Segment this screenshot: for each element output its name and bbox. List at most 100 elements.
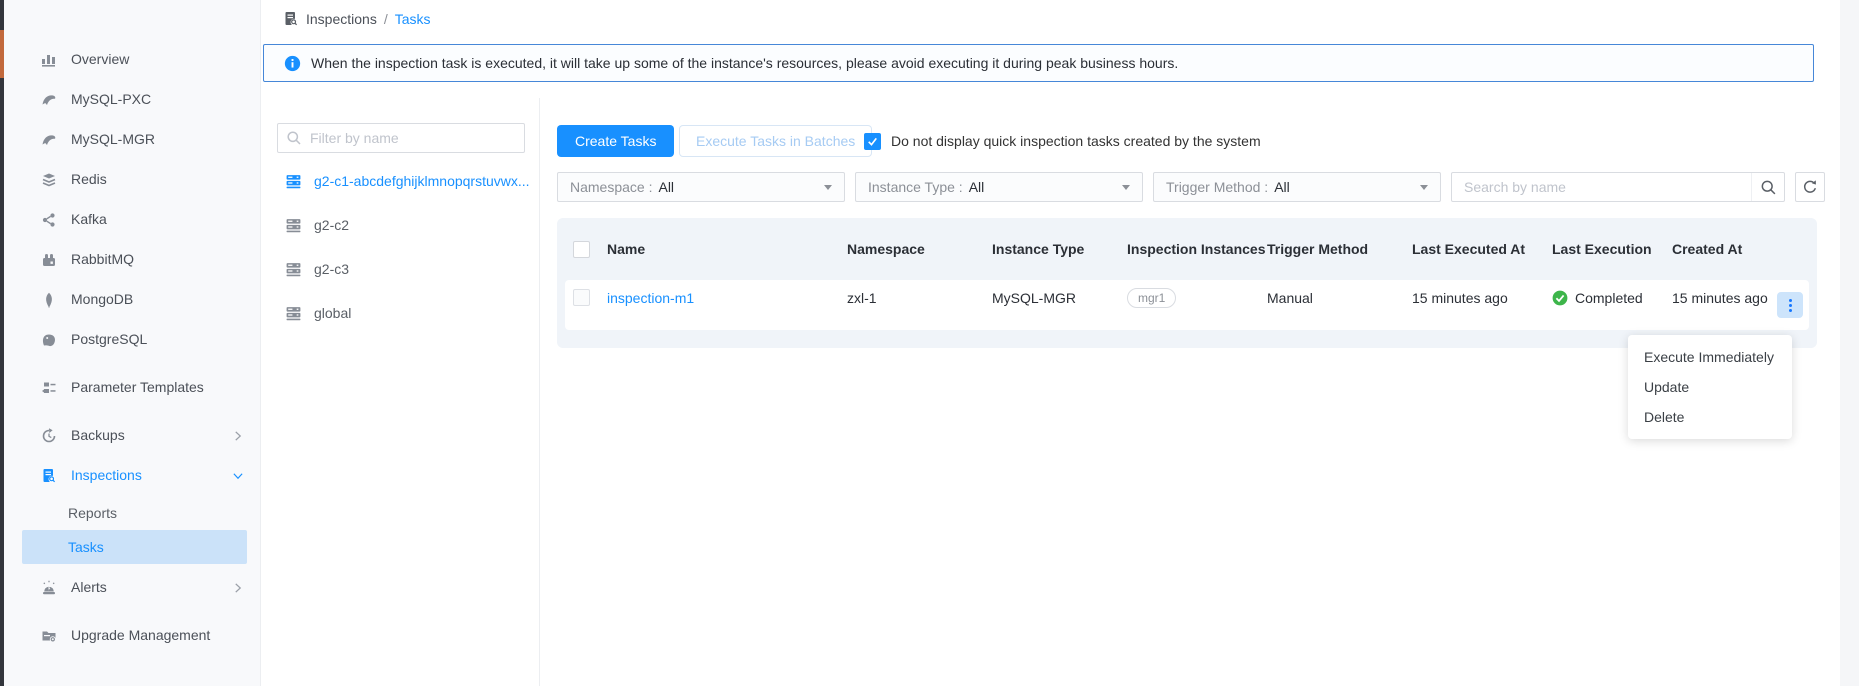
cluster-filter-input[interactable] — [277, 123, 525, 153]
row-checkbox[interactable] — [573, 289, 590, 306]
sidebar-item-alerts[interactable]: Alerts — [4, 568, 260, 608]
inspections-icon — [40, 468, 57, 485]
instance-type-dropdown[interactable]: Instance Type : All — [855, 172, 1143, 202]
sidebar-item-mysql-mgr[interactable]: MySQL-MGR — [4, 120, 260, 160]
upgrade-management-icon — [40, 628, 57, 645]
task-name-link[interactable]: inspection-m1 — [607, 290, 847, 306]
sidebar-item-label: PostgreSQL — [71, 331, 244, 349]
kafka-nodes-icon — [40, 212, 57, 229]
cell-namespace: zxl-1 — [847, 290, 992, 306]
cluster-item-g2-c1[interactable]: g2-c1-abcdefghijklmnopqrstuvwx... — [261, 159, 539, 203]
sidebar-item-upgrade-management[interactable]: Upgrade Management — [4, 608, 260, 664]
cell-trigger-method: Manual — [1267, 290, 1412, 306]
server-icon — [285, 217, 302, 234]
sidebar-item-parameter-templates[interactable]: Parameter Templates — [4, 360, 260, 416]
trigger-method-dropdown[interactable]: Trigger Method : All — [1153, 172, 1441, 202]
backup-restore-icon — [40, 428, 57, 445]
column-header-last-execution[interactable]: Last Execution — [1552, 240, 1672, 258]
column-header-inspection-instances[interactable]: Inspection Instances — [1127, 240, 1267, 258]
cluster-item-g2-c2[interactable]: g2-c2 — [261, 203, 539, 247]
row-actions-menu: Execute Immediately Update Delete — [1628, 335, 1792, 439]
menu-item-update[interactable]: Update — [1628, 372, 1792, 402]
bar-chart-icon — [40, 52, 57, 69]
sidebar: Overview MySQL-PXC MySQL-MGR Redis Kafka… — [4, 0, 261, 686]
cluster-item-label: g2-c1-abcdefghijklmnopqrstuvwx... — [314, 173, 529, 189]
sidebar-subitem-tasks[interactable]: Tasks — [22, 530, 247, 564]
breadcrumb-section: Inspections — [306, 11, 377, 27]
sidebar-item-mysql-pxc[interactable]: MySQL-PXC — [4, 80, 260, 120]
row-actions-button[interactable] — [1777, 292, 1803, 318]
caret-down-icon — [1122, 185, 1130, 190]
execute-tasks-in-batches-button[interactable]: Execute Tasks in Batches — [679, 125, 872, 157]
sidebar-item-overview[interactable]: Overview — [4, 40, 260, 80]
menu-item-execute-immediately[interactable]: Execute Immediately — [1628, 342, 1792, 372]
sidebar-item-rabbitmq[interactable]: RabbitMQ — [4, 240, 260, 280]
hide-system-tasks-checkbox-row[interactable]: Do not display quick inspection tasks cr… — [864, 125, 1261, 157]
cell-last-execution: Completed — [1552, 290, 1672, 306]
search-icon[interactable] — [1751, 173, 1784, 201]
inspections-doc-icon — [283, 11, 299, 27]
namespace-dropdown[interactable]: Namespace : All — [557, 172, 845, 202]
search-icon — [286, 130, 302, 146]
sidebar-item-postgresql[interactable]: PostgreSQL — [4, 320, 260, 360]
cluster-item-label: g2-c3 — [314, 261, 349, 277]
sidebar-item-inspections[interactable]: Inspections — [4, 456, 260, 496]
sidebar-item-label: Kafka — [71, 211, 244, 229]
column-header-name[interactable]: Name — [607, 240, 847, 258]
create-tasks-button[interactable]: Create Tasks — [557, 125, 674, 157]
sidebar-item-label: Parameter Templates — [71, 379, 244, 397]
instance-badge: mgr1 — [1127, 288, 1176, 308]
sidebar-subitem-reports[interactable]: Reports — [4, 496, 260, 530]
cluster-list: g2-c1-abcdefghijklmnopqrstuvwx... g2-c2 … — [261, 159, 539, 335]
column-header-namespace[interactable]: Namespace — [847, 240, 992, 258]
sidebar-item-label: Backups — [71, 427, 218, 445]
info-banner: When the inspection task is executed, it… — [263, 44, 1814, 82]
menu-item-delete[interactable]: Delete — [1628, 402, 1792, 432]
table-row: inspection-m1 zxl-1 MySQL-MGR mgr1 Manua… — [565, 280, 1809, 330]
top-bar: Inspections / Tasks — [261, 0, 1840, 38]
mysql-dolphin-icon — [40, 92, 57, 109]
column-header-instance-type[interactable]: Instance Type — [992, 240, 1127, 258]
column-header-last-executed-at[interactable]: Last Executed At — [1412, 240, 1552, 258]
sidebar-item-mongodb[interactable]: MongoDB — [4, 280, 260, 320]
breadcrumb: Inspections / Tasks — [283, 0, 431, 38]
sidebar-item-backups[interactable]: Backups — [4, 416, 260, 456]
sidebar-item-label: MySQL-PXC — [71, 91, 244, 109]
sidebar-item-label: MongoDB — [71, 291, 244, 309]
status-text: Completed — [1575, 290, 1643, 306]
sidebar-item-label: RabbitMQ — [71, 251, 244, 269]
caret-down-icon — [1420, 185, 1428, 190]
sidebar-item-label: Alerts — [71, 579, 218, 597]
chevron-right-icon — [232, 582, 244, 594]
refresh-icon — [1802, 179, 1818, 195]
sidebar-item-label: MySQL-MGR — [71, 131, 244, 149]
cluster-item-g2-c3[interactable]: g2-c3 — [261, 247, 539, 291]
redis-stack-icon — [40, 172, 57, 189]
cluster-item-global[interactable]: global — [261, 291, 539, 335]
trigger-method-dropdown-label: Trigger Method : — [1166, 179, 1268, 195]
cluster-panel: g2-c1-abcdefghijklmnopqrstuvwx... g2-c2 … — [261, 98, 540, 686]
info-icon — [284, 55, 301, 72]
breadcrumb-separator: / — [384, 11, 388, 27]
breadcrumb-current[interactable]: Tasks — [395, 11, 431, 27]
search-by-name-box — [1451, 172, 1785, 202]
sidebar-item-label: Upgrade Management — [71, 627, 244, 645]
cluster-filter — [277, 123, 525, 153]
rabbitmq-icon — [40, 252, 57, 269]
search-input[interactable] — [1452, 179, 1751, 195]
select-all-checkbox[interactable] — [573, 241, 590, 258]
namespace-dropdown-label: Namespace : — [570, 179, 652, 195]
instance-type-dropdown-label: Instance Type : — [868, 179, 963, 195]
cell-last-executed-at: 15 minutes ago — [1412, 290, 1552, 306]
checkbox-checked-icon[interactable] — [864, 133, 881, 150]
sidebar-item-label: Overview — [71, 51, 244, 69]
sidebar-item-kafka[interactable]: Kafka — [4, 200, 260, 240]
column-header-created-at[interactable]: Created At — [1672, 240, 1801, 258]
sidebar-item-redis[interactable]: Redis — [4, 160, 260, 200]
mysql-dolphin-icon — [40, 132, 57, 149]
server-icon — [285, 261, 302, 278]
namespace-dropdown-value: All — [658, 179, 674, 195]
refresh-button[interactable] — [1795, 172, 1825, 202]
column-header-trigger-method[interactable]: Trigger Method — [1267, 240, 1412, 258]
hide-system-tasks-label: Do not display quick inspection tasks cr… — [891, 133, 1261, 149]
